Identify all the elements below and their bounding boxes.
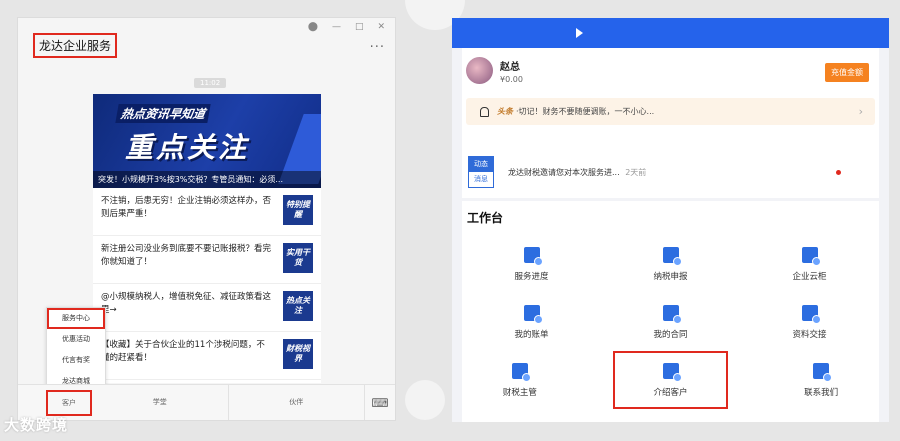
bill-icon	[523, 304, 543, 324]
tile-tax-filing[interactable]: 纳税申报	[601, 235, 740, 293]
article-title: 新注册公司没业务到底要不要记账报税？看完你就知道了！	[101, 244, 272, 267]
article-item[interactable]: 不注销，后患无穷！企业注销必须这样办，否则后果严重！ 特别提醒	[93, 188, 321, 236]
submenu-item-promotions[interactable]: 优惠活动	[47, 329, 105, 350]
article-thumbnail: 热点关注	[283, 291, 313, 321]
article-thumbnail: 特别提醒	[283, 195, 313, 225]
manager-icon	[511, 362, 531, 382]
account-balance: ¥0.00	[500, 75, 523, 84]
tile-document-handover[interactable]: 资料交接	[740, 293, 879, 351]
wechat-window: 龙达企业服务 ⬤ — □ ✕ ··· 11:02 热点资讯早知道 重点关注 突发…	[17, 17, 396, 421]
user-name: 赵总	[500, 62, 520, 73]
article-title: @小规模纳税人，增值税免征、减征政策看这里→	[101, 292, 272, 315]
article-item[interactable]: 新注册公司没业务到底要不要记账报税？看完你就知道了！ 实用干货	[93, 236, 321, 284]
submenu-popup: 服务中心 优惠活动 代言有奖 龙达商城	[46, 307, 106, 391]
tile-label: 服务进度	[514, 271, 549, 282]
tile-service-progress[interactable]: 服务进度	[462, 235, 601, 293]
contract-icon	[662, 304, 682, 324]
bell-icon	[480, 106, 489, 117]
tile-cloud-cabinet[interactable]: 企业云柜	[740, 235, 879, 293]
workbench-grid: 服务进度 纳税申报 企业云柜 我的账单 我的合同 资料交接 财税主管 介绍客户 …	[462, 235, 879, 409]
keyboard-icon[interactable]: ⌨	[365, 396, 395, 410]
tax-icon	[662, 246, 682, 266]
badge-top: 动态	[469, 157, 493, 172]
submenu-item-referral[interactable]: 代言有奖	[47, 350, 105, 371]
account-title: 龙达企业服务	[33, 33, 118, 58]
article-thumbnail: 实用干货	[283, 243, 313, 273]
tile-tax-manager[interactable]: 财税主管	[462, 351, 578, 409]
article-card[interactable]: 热点资讯早知道 重点关注 突发！小规模开3%按3%交税？专管员通知：必须... …	[93, 94, 321, 383]
banner-caption: 突发！小规模开3%按3%交税？专管员通知：必须...	[93, 171, 321, 188]
background-decoration	[405, 380, 445, 420]
play-icon[interactable]	[576, 28, 583, 38]
news-text: 龙达财税邀请您对本次服务进... 2天前	[508, 167, 646, 178]
tile-label: 资料交接	[792, 329, 827, 340]
menu-tab-customer[interactable]: 客户	[46, 389, 92, 416]
wechat-header: 龙达企业服务 ⬤ — □ ✕ ···	[18, 18, 395, 70]
article-banner[interactable]: 热点资讯早知道 重点关注 突发！小规模开3%按3%交税？专管员通知：必须...	[93, 94, 321, 188]
tile-my-bills[interactable]: 我的账单	[462, 293, 601, 351]
headline-notice[interactable]: 头条 ·切记！财务不要随便调账，一不小心... ›	[466, 98, 875, 125]
banner-headline: 重点关注	[125, 131, 250, 164]
top-bar	[452, 18, 889, 48]
tile-contact-us[interactable]: 联系我们	[763, 351, 879, 409]
banner-kicker: 热点资讯早知道	[115, 104, 211, 123]
more-icon[interactable]: ···	[370, 40, 385, 55]
submenu-item-service-center[interactable]: 服务中心	[47, 308, 105, 329]
article-title: 不注销，后患无穷！企业注销必须这样办，否则后果严重！	[101, 196, 272, 219]
badge-bottom: 消息	[474, 175, 488, 183]
article-item[interactable]: 【收藏】关于合伙企业的11个涉税问题，不懂的赶紧看！ 财税视界	[93, 332, 321, 380]
message-time: 11:02	[194, 78, 227, 88]
user-card: 赵总 ¥0.00 充值金额 头条 ·切记！财务不要随便调账，一不小心... ›	[462, 48, 879, 158]
progress-icon	[523, 246, 543, 266]
workbench-title: 工作台	[467, 211, 504, 225]
tile-label: 财税主管	[502, 387, 537, 398]
tile-label: 纳税申报	[653, 271, 688, 282]
tile-label: 介绍客户	[653, 387, 688, 398]
chevron-right-icon: ›	[858, 105, 863, 118]
tile-label: 我的合同	[653, 329, 688, 340]
account-menu-bar: 客户 学堂 伙伴 ⌨	[18, 384, 395, 420]
recharge-button[interactable]: 充值金额	[825, 63, 869, 82]
article-title: 【收藏】关于合伙企业的11个涉税问题，不懂的赶紧看！	[101, 340, 265, 363]
maximize-icon[interactable]: □	[355, 22, 364, 32]
mini-program-panel: 赵总 ¥0.00 充值金额 头条 ·切记！财务不要随便调账，一不小心... › …	[452, 18, 889, 422]
minimize-icon[interactable]: —	[332, 22, 341, 32]
news-badge: 动态 消息	[468, 156, 494, 188]
pin-icon[interactable]: ⬤	[308, 22, 318, 32]
menu-tab-school[interactable]: 学堂	[92, 385, 229, 420]
handover-icon	[801, 304, 821, 324]
tile-my-contracts[interactable]: 我的合同	[601, 293, 740, 351]
tile-label: 联系我们	[804, 387, 839, 398]
tile-refer-customer[interactable]: 介绍客户	[612, 351, 729, 409]
notice-text: ·切记！财务不要随便调账，一不小心...	[516, 107, 655, 116]
phone-icon	[813, 362, 833, 382]
notice-tag: 头条	[497, 107, 513, 116]
refer-user-icon	[662, 362, 682, 382]
article-thumbnail: 财税视界	[283, 339, 313, 369]
watermark: 大数跨境	[4, 416, 69, 434]
workbench: 工作台 服务进度 纳税申报 企业云柜 我的账单 我的合同 资料交接 财税主管 介…	[462, 201, 879, 422]
window-controls: ⬤ — □ ✕	[308, 22, 385, 32]
tile-label: 我的账单	[514, 329, 549, 340]
cabinet-icon	[801, 246, 821, 266]
tile-label: 企业云柜	[792, 271, 827, 282]
news-time: 2天前	[625, 167, 647, 177]
close-icon[interactable]: ✕	[377, 22, 385, 32]
article-item[interactable]: @小规模纳税人，增值税免征、减征政策看这里→ 热点关注	[93, 284, 321, 332]
unread-dot	[836, 170, 841, 175]
avatar[interactable]	[466, 57, 493, 84]
menu-tab-partner[interactable]: 伙伴	[229, 385, 365, 420]
news-message: 龙达财税邀请您对本次服务进...	[508, 167, 620, 177]
news-card[interactable]: 动态 消息 龙达财税邀请您对本次服务进... 2天前	[462, 146, 879, 198]
